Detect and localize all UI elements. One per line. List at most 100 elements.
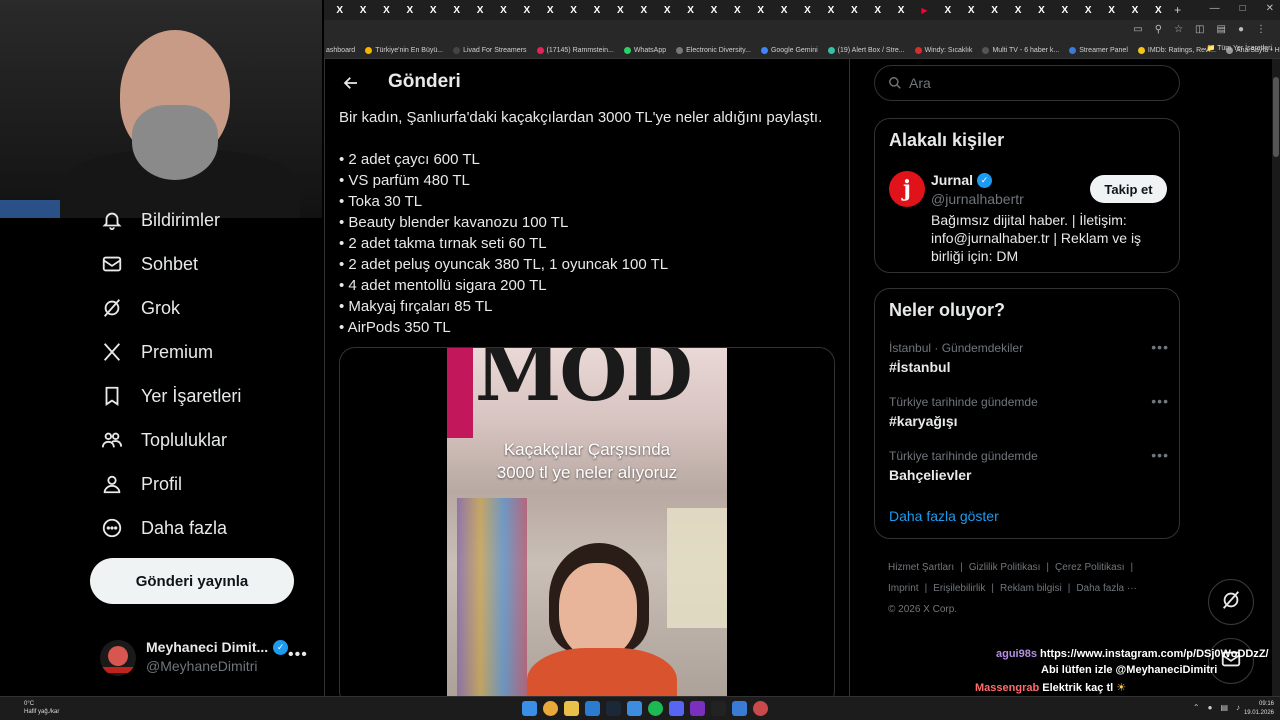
explorer-icon[interactable] bbox=[564, 701, 579, 716]
browser-tab[interactable]: X bbox=[445, 0, 468, 20]
chrome-icon[interactable] bbox=[543, 701, 558, 716]
scrollbar-thumb[interactable] bbox=[1273, 77, 1279, 157]
browser-tab[interactable]: X bbox=[375, 0, 398, 20]
zoom-icon[interactable]: ⚲ bbox=[1155, 24, 1162, 35]
sidepanel-icon[interactable]: ▤ bbox=[1217, 24, 1226, 35]
browser-tab[interactable]: X bbox=[889, 0, 912, 20]
trend-item[interactable]: Türkiye tarihinde gündemde Bahçelievler … bbox=[889, 447, 1169, 489]
extensions-icon[interactable]: ◫ bbox=[1195, 24, 1204, 35]
browser-tab[interactable]: X bbox=[562, 0, 585, 20]
scrollbar[interactable] bbox=[1272, 59, 1280, 696]
clock[interactable]: 09:16 19.01.2026 bbox=[1244, 700, 1274, 718]
menu-icon[interactable]: ⋮ bbox=[1256, 24, 1266, 35]
maximize-icon[interactable]: □ bbox=[1240, 3, 1246, 14]
obs-icon[interactable] bbox=[753, 701, 768, 716]
star-icon[interactable]: ☆ bbox=[1174, 24, 1183, 35]
start-icon[interactable] bbox=[522, 701, 537, 716]
youtube-tab[interactable]: ▶ bbox=[913, 0, 936, 20]
profile-icon[interactable]: ● bbox=[1238, 24, 1244, 35]
steam-icon[interactable] bbox=[606, 701, 621, 716]
jurnal-avatar[interactable]: j bbox=[889, 171, 925, 207]
browser-tab[interactable]: X bbox=[679, 0, 702, 20]
spotify-icon[interactable] bbox=[648, 701, 663, 716]
browser-tab[interactable]: X bbox=[726, 0, 749, 20]
app-icon[interactable] bbox=[711, 701, 726, 716]
browser-tab[interactable]: X bbox=[819, 0, 842, 20]
address-bar[interactable]: ▭ ⚲ ☆ ◫ ▤ ● ⋮ bbox=[324, 20, 1280, 42]
nav-communities[interactable]: Topluluklar bbox=[100, 422, 227, 458]
browser-tab[interactable]: X bbox=[539, 0, 562, 20]
show-more-link[interactable]: Daha fazla göster bbox=[889, 508, 999, 524]
trend-item[interactable]: İstanbul · Gündemdekiler #İstanbul ••• bbox=[889, 339, 1169, 381]
bookmark-item[interactable]: Google Gemini bbox=[760, 46, 818, 54]
volume-icon[interactable]: ♪ bbox=[1236, 703, 1240, 712]
mic-icon[interactable]: ● bbox=[1208, 703, 1213, 712]
bookmark-item[interactable]: (17145) Rammstein... bbox=[536, 46, 614, 54]
nav-premium[interactable]: Premium bbox=[100, 334, 213, 370]
close-window-icon[interactable]: ✕ bbox=[1266, 3, 1274, 14]
browser-tab[interactable]: X bbox=[422, 0, 445, 20]
search-box[interactable] bbox=[874, 65, 1180, 101]
browser-tab[interactable]: X bbox=[936, 0, 959, 20]
related-name[interactable]: Jurnal ✓ bbox=[931, 172, 993, 188]
nav-more[interactable]: Daha fazla bbox=[100, 510, 227, 546]
browser-tab[interactable]: X bbox=[632, 0, 655, 20]
nav-notifications[interactable]: Bildirimler bbox=[100, 202, 220, 238]
grok-float-button[interactable] bbox=[1208, 579, 1254, 625]
post-button[interactable]: Gönderi yayınla bbox=[90, 558, 294, 604]
back-arrow-icon[interactable] bbox=[339, 71, 363, 95]
footer-link[interactable]: Hizmet Şartları bbox=[888, 562, 954, 573]
browser-tab[interactable]: X bbox=[515, 0, 538, 20]
minimize-icon[interactable]: — bbox=[1210, 3, 1220, 14]
footer-link[interactable]: Gizlilik Politikası bbox=[969, 562, 1041, 573]
bookmark-item[interactable]: (19) Alert Box / Stre... bbox=[827, 46, 905, 54]
trend-item[interactable]: Türkiye tarihinde gündemde #karyağışı ••… bbox=[889, 393, 1169, 435]
browser-tab[interactable]: X bbox=[328, 0, 351, 20]
all-bookmarks[interactable]: 📁 Tüm Yer İşaretleri bbox=[1207, 44, 1272, 52]
bookmark-item[interactable]: Multi TV - 6 haber k... bbox=[982, 46, 1059, 54]
browser-tab[interactable]: X bbox=[866, 0, 889, 20]
bookmark-item[interactable]: Streamer Panel bbox=[1069, 46, 1128, 54]
browser-tab[interactable]: X bbox=[351, 0, 374, 20]
trend-more-icon[interactable]: ••• bbox=[1151, 339, 1169, 355]
app-icon[interactable] bbox=[732, 701, 747, 716]
weather-widget[interactable]: 0°C Hafif yağ./kar bbox=[8, 700, 59, 716]
browser-tab[interactable]: X bbox=[1077, 0, 1100, 20]
bookmark-item[interactable]: Türkiye'nin En Büyü... bbox=[365, 46, 443, 54]
footer-link[interactable]: Reklam bilgisi bbox=[1000, 583, 1062, 594]
bookmark-item[interactable]: Livad For Streamers bbox=[453, 46, 527, 54]
video-player[interactable]: MOD Kaçakçılar Çarşısında 3000 tl ye nel… bbox=[447, 348, 727, 696]
browser-tab[interactable]: X bbox=[655, 0, 678, 20]
account-switcher[interactable]: Meyhaneci Dimit... ✓ @MeyhaneDimitri ••• bbox=[100, 638, 310, 678]
browser-tab[interactable]: X bbox=[585, 0, 608, 20]
nav-grok[interactable]: Grok bbox=[100, 290, 180, 326]
browser-tab[interactable]: X bbox=[492, 0, 515, 20]
browser-tab[interactable]: X bbox=[1123, 0, 1146, 20]
browser-tab[interactable]: X bbox=[983, 0, 1006, 20]
discord-icon[interactable] bbox=[669, 701, 684, 716]
footer-link[interactable]: Imprint bbox=[888, 583, 919, 594]
account-more-icon[interactable]: ••• bbox=[288, 646, 308, 664]
footer-link[interactable]: Daha fazla ··· bbox=[1076, 583, 1137, 594]
browser-tab[interactable]: X bbox=[1006, 0, 1029, 20]
browser-tab[interactable]: X bbox=[796, 0, 819, 20]
browser-tab[interactable]: X bbox=[702, 0, 725, 20]
network-icon[interactable]: ▤ bbox=[1220, 703, 1228, 712]
browser-tab[interactable]: X bbox=[749, 0, 772, 20]
follow-button[interactable]: Takip et bbox=[1090, 175, 1167, 203]
footer-link[interactable]: Erişilebilirlik bbox=[933, 583, 985, 594]
trend-more-icon[interactable]: ••• bbox=[1151, 447, 1169, 463]
install-icon[interactable]: ▭ bbox=[1133, 24, 1142, 35]
browser-tab[interactable]: X bbox=[398, 0, 421, 20]
app-icon[interactable] bbox=[585, 701, 600, 716]
bookmark-item[interactable]: IMDb: Ratings, Revi... bbox=[1137, 46, 1216, 54]
nav-bookmarks[interactable]: Yer İşaretleri bbox=[100, 378, 241, 414]
browser-tab[interactable]: X bbox=[1147, 0, 1170, 20]
browser-tab[interactable]: X bbox=[843, 0, 866, 20]
browser-tab[interactable]: X bbox=[609, 0, 632, 20]
browser-tab[interactable]: X bbox=[468, 0, 491, 20]
bookmark-item[interactable]: Windy: Sıcaklık bbox=[914, 46, 972, 54]
browser-tab[interactable]: X bbox=[772, 0, 795, 20]
app-icon[interactable] bbox=[627, 701, 642, 716]
new-tab-button[interactable]: + bbox=[1174, 3, 1181, 17]
